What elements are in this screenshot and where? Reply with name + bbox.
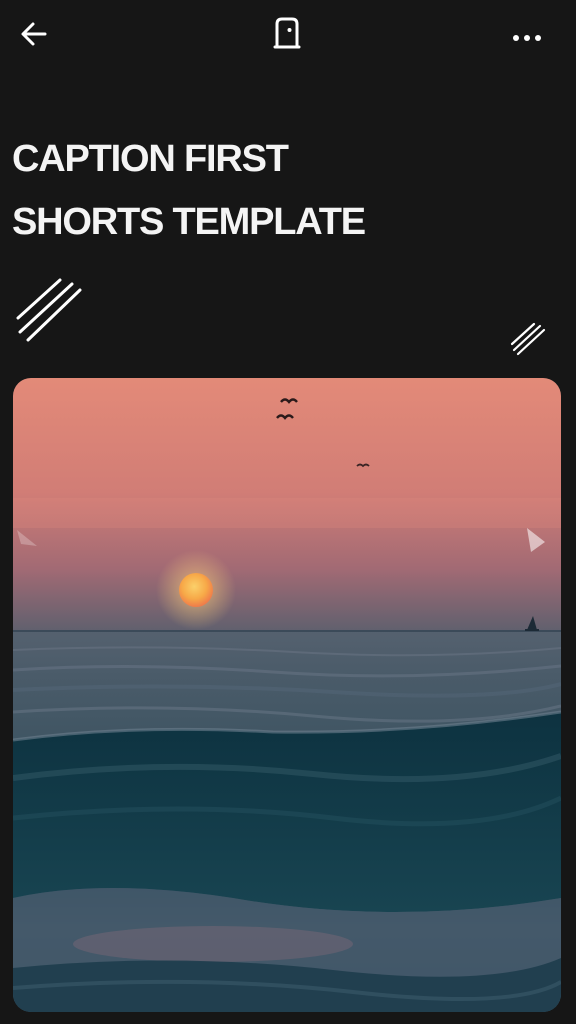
- arrow-left-icon: [21, 22, 47, 46]
- decorative-slashes-small: [510, 322, 546, 356]
- title-line-2: SHORTS TEMPLATE: [12, 201, 366, 243]
- bookmark-icon: [273, 17, 301, 49]
- sunset-ocean-photo: [13, 378, 561, 1012]
- title-line-1: CAPTION FIRST: [12, 138, 289, 180]
- more-options-button[interactable]: [505, 18, 549, 58]
- more-horizontal-icon: [513, 35, 541, 41]
- back-button[interactable]: [14, 14, 54, 54]
- decorative-slashes-large: [16, 278, 82, 342]
- template-detail-screen: CAPTION FIRST SHORTS TEMPLATE: [0, 0, 576, 1024]
- page-title: CAPTION FIRST SHORTS TEMPLATE: [12, 128, 552, 254]
- top-toolbar: [0, 0, 576, 70]
- preview-image[interactable]: [13, 378, 561, 1012]
- save-template-button[interactable]: [266, 12, 308, 54]
